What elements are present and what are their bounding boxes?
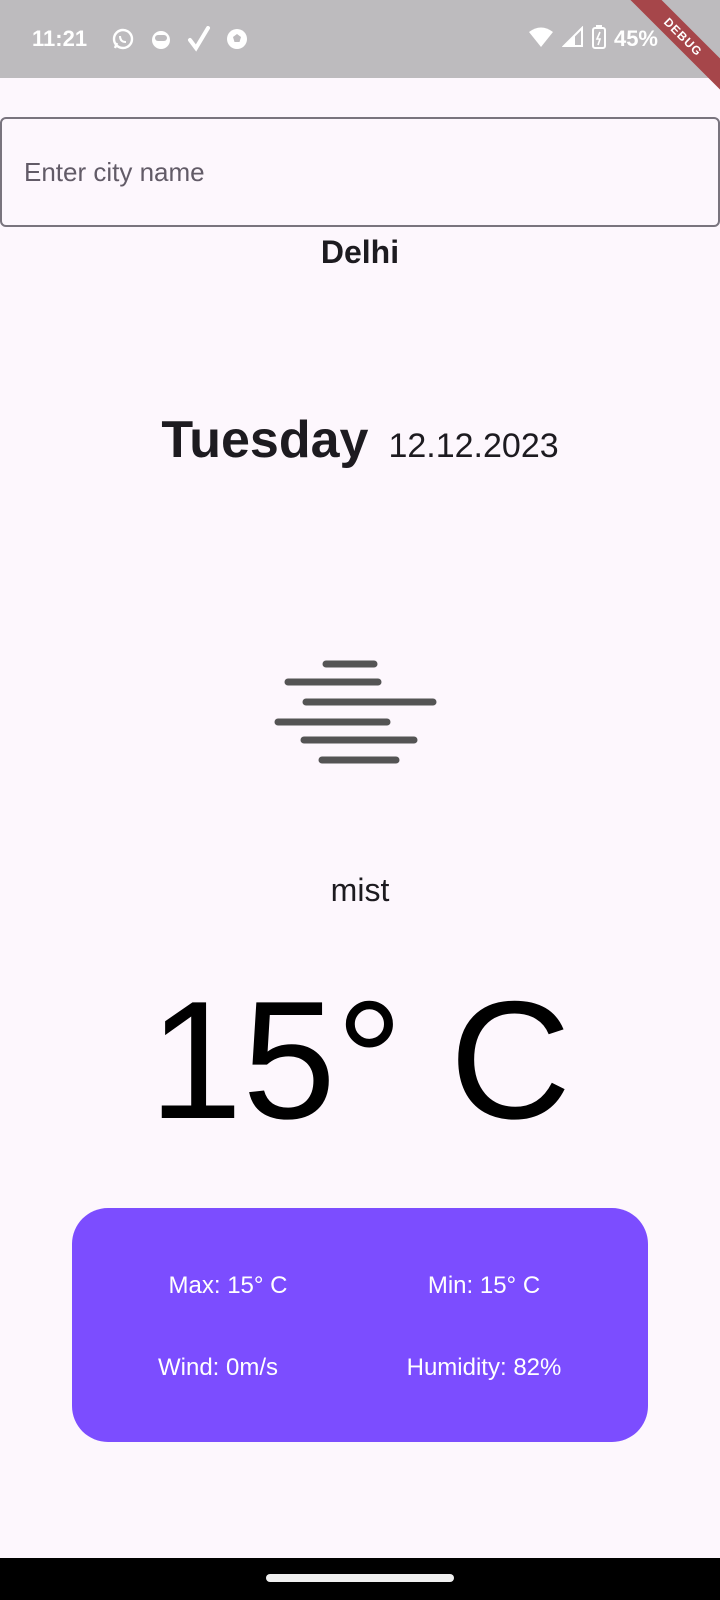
signal-icon bbox=[561, 25, 584, 53]
home-indicator[interactable] bbox=[266, 1574, 454, 1582]
day-name: Tuesday bbox=[161, 411, 369, 469]
check-icon bbox=[186, 26, 212, 52]
status-time: 11:21 bbox=[32, 26, 88, 51]
navigation-bar bbox=[0, 1558, 720, 1600]
date: 12.12.2023 bbox=[388, 427, 559, 465]
city-search-input[interactable] bbox=[0, 117, 720, 227]
soccer-ball-icon bbox=[224, 26, 250, 52]
temperature: 15° C bbox=[148, 966, 572, 1154]
weather-description: mist bbox=[330, 872, 390, 908]
weather-details-card: Max: 15° C Min: 15° C Wind: 0m/s Humidit… bbox=[72, 1208, 648, 1442]
battery-icon bbox=[591, 24, 606, 54]
mist-icon bbox=[270, 650, 450, 770]
date-row: Tuesday 12.12.2023 bbox=[0, 410, 720, 470]
app-icon bbox=[148, 26, 174, 52]
status-indicators: 45% bbox=[528, 24, 658, 54]
wind-speed: Wind: 0m/s bbox=[157, 1354, 279, 1381]
status-bar: 11:21 45% DEBUG bbox=[0, 0, 720, 98]
whatsapp-icon bbox=[110, 26, 136, 52]
battery-percent: 45% bbox=[613, 26, 658, 51]
city-name: Delhi bbox=[320, 234, 400, 270]
humidity: Humidity: 82% bbox=[406, 1354, 562, 1381]
wifi-icon bbox=[528, 26, 554, 53]
max-temperature: Max: 15° C bbox=[168, 1272, 288, 1299]
min-temperature: Min: 15° C bbox=[427, 1272, 541, 1299]
notification-icons bbox=[110, 26, 250, 52]
